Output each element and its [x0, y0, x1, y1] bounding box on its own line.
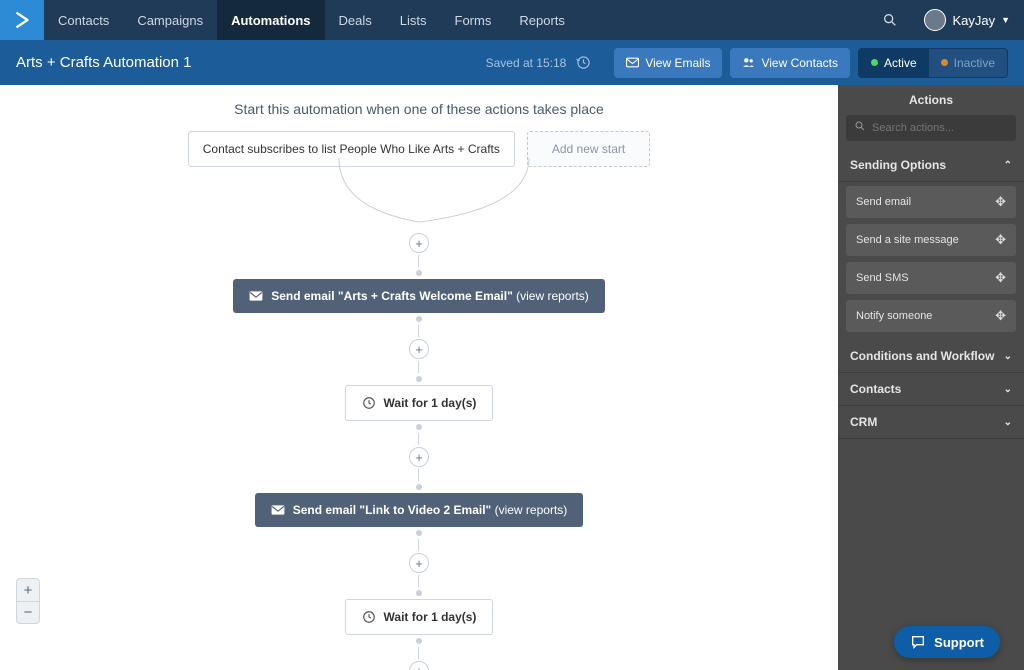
canvas[interactable]: Start this automation when one of these … — [0, 85, 838, 670]
zoom-controls: + − — [16, 578, 40, 624]
nav-items: Contacts Campaigns Automations Deals Lis… — [44, 0, 579, 40]
user-name: KayJay — [952, 13, 995, 28]
dot-active-icon — [871, 59, 878, 66]
action-label: Notify someone — [856, 310, 932, 322]
zoom-in-button[interactable]: + — [17, 579, 39, 601]
group-label: Conditions and Workflow — [850, 349, 994, 363]
action-send-email[interactable]: Send email ✥ — [846, 186, 1016, 218]
people-icon — [742, 56, 755, 69]
group-contacts[interactable]: Contacts ⌄ — [838, 373, 1024, 406]
brand-logo[interactable] — [0, 0, 44, 40]
status-active-label: Active — [884, 56, 917, 70]
action-send-sms[interactable]: Send SMS ✥ — [846, 262, 1016, 294]
history-button[interactable] — [572, 52, 594, 74]
triggers-row: Contact subscribes to list People Who Li… — [188, 131, 651, 167]
node-label: Wait for 1 day(s) — [384, 396, 477, 410]
status-inactive[interactable]: Inactive — [929, 49, 1007, 77]
group-label: Contacts — [850, 382, 901, 396]
nav-contacts[interactable]: Contacts — [44, 0, 123, 40]
actions-panel: Actions Sending Options ⌃ Send email ✥ Se… — [838, 85, 1024, 670]
add-node-button[interactable]: + — [409, 553, 429, 573]
status-toggle: Active Inactive — [858, 48, 1008, 78]
action-label: Send SMS — [856, 272, 909, 284]
add-node-button[interactable]: + — [409, 233, 429, 253]
action-label: Send email — [856, 196, 911, 208]
move-icon: ✥ — [995, 194, 1006, 210]
support-button[interactable]: Support — [894, 626, 1000, 658]
node-send-email-1[interactable]: Send email "Arts + Crafts Welcome Email"… — [233, 279, 605, 313]
panel-title: Actions — [838, 85, 1024, 115]
add-node-button[interactable]: + — [409, 339, 429, 359]
view-contacts-label: View Contacts — [761, 56, 837, 70]
move-icon: ✥ — [995, 308, 1006, 324]
view-reports-link[interactable]: (view reports) — [495, 503, 568, 517]
clock-icon — [362, 396, 376, 410]
group-conditions-workflow[interactable]: Conditions and Workflow ⌄ — [838, 340, 1024, 373]
status-inactive-label: Inactive — [954, 56, 995, 70]
start-instruction: Start this automation when one of these … — [234, 101, 604, 117]
node-wait-1[interactable]: Wait for 1 day(s) — [345, 385, 494, 421]
node-label: Send email "Link to Video 2 Email" — [293, 503, 492, 517]
zoom-out-button[interactable]: − — [17, 601, 39, 623]
chevron-up-icon: ⌃ — [1004, 160, 1012, 171]
mail-icon — [249, 290, 263, 302]
support-label: Support — [934, 635, 984, 650]
group-label: CRM — [850, 415, 877, 429]
node-label: Wait for 1 day(s) — [384, 610, 477, 624]
top-nav: Contacts Campaigns Automations Deals Lis… — [0, 0, 1024, 40]
nav-forms[interactable]: Forms — [441, 0, 506, 40]
automation-header: Arts + Crafts Automation 1 Saved at 15:1… — [0, 40, 1024, 85]
action-send-site-message[interactable]: Send a site message ✥ — [846, 224, 1016, 256]
nav-automations[interactable]: Automations — [217, 0, 324, 40]
chat-icon — [910, 634, 926, 650]
chevron-down-icon: ⌄ — [1004, 384, 1012, 395]
chevron-down-icon: ▼ — [1001, 15, 1010, 25]
flow: + Send email "Arts + Crafts Welcome Emai… — [233, 231, 605, 670]
search-icon — [854, 120, 866, 132]
nav-deals[interactable]: Deals — [325, 0, 386, 40]
chevron-down-icon: ⌄ — [1004, 351, 1012, 362]
history-icon — [576, 55, 591, 70]
move-icon: ✥ — [995, 270, 1006, 286]
group-crm[interactable]: CRM ⌄ — [838, 406, 1024, 439]
mail-icon — [626, 57, 639, 68]
brand-icon — [11, 9, 33, 31]
trigger-card[interactable]: Contact subscribes to list People Who Li… — [188, 131, 515, 167]
view-contacts-button[interactable]: View Contacts — [730, 48, 849, 78]
move-icon: ✥ — [995, 232, 1006, 248]
user-menu[interactable]: KayJay ▼ — [910, 9, 1024, 31]
add-start-button[interactable]: Add new start — [527, 131, 650, 167]
search-button[interactable] — [870, 0, 910, 40]
view-emails-label: View Emails — [645, 56, 710, 70]
nav-lists[interactable]: Lists — [386, 0, 441, 40]
actions-search-input[interactable] — [846, 115, 1016, 141]
nav-reports[interactable]: Reports — [505, 0, 579, 40]
connector-lines — [229, 158, 609, 238]
chevron-down-icon: ⌄ — [1004, 417, 1012, 428]
search-icon — [882, 12, 898, 28]
group-label: Sending Options — [850, 158, 946, 172]
node-label: Send email "Arts + Crafts Welcome Email" — [271, 289, 513, 303]
view-emails-button[interactable]: View Emails — [614, 48, 722, 78]
automation-title: Arts + Crafts Automation 1 — [16, 54, 192, 71]
action-notify-someone[interactable]: Notify someone ✥ — [846, 300, 1016, 332]
action-label: Send a site message — [856, 234, 959, 246]
nav-campaigns[interactable]: Campaigns — [123, 0, 217, 40]
dot-inactive-icon — [941, 59, 948, 66]
mail-icon — [271, 504, 285, 516]
sending-options-items: Send email ✥ Send a site message ✥ Send SM… — [838, 182, 1024, 340]
status-active[interactable]: Active — [859, 49, 929, 77]
node-wait-2[interactable]: Wait for 1 day(s) — [345, 599, 494, 635]
add-node-button[interactable]: + — [409, 661, 429, 670]
node-send-email-2[interactable]: Send email "Link to Video 2 Email" (view… — [255, 493, 584, 527]
add-node-button[interactable]: + — [409, 447, 429, 467]
view-reports-link[interactable]: (view reports) — [516, 289, 589, 303]
avatar — [924, 9, 946, 31]
group-sending-options[interactable]: Sending Options ⌃ — [838, 149, 1024, 182]
saved-at: Saved at 15:18 — [486, 56, 567, 70]
clock-icon — [362, 610, 376, 624]
